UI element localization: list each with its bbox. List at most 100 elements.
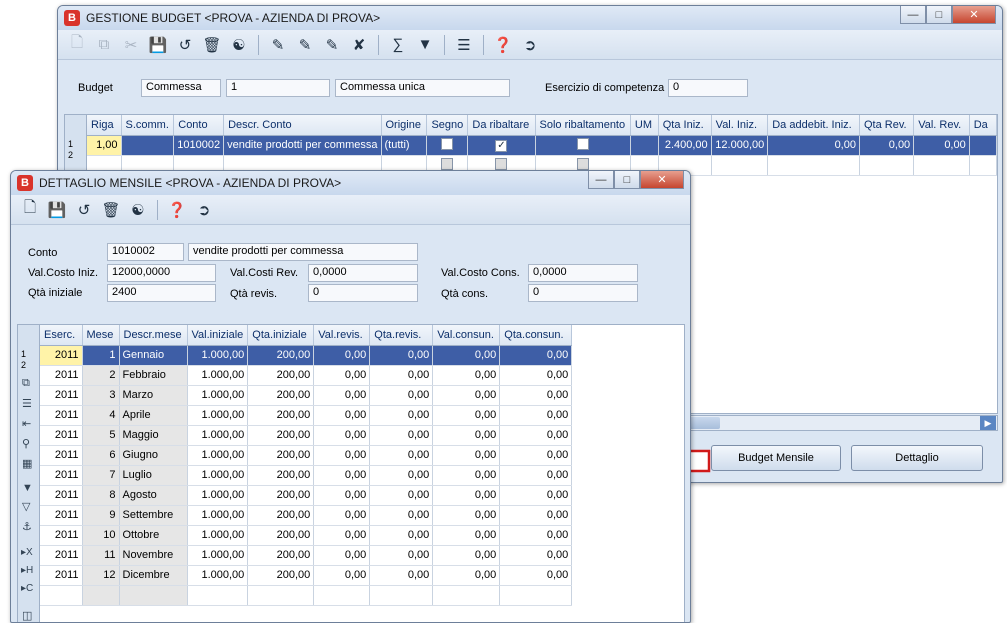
col-header[interactable]: Origine [381, 115, 428, 136]
cell-qta-iniz[interactable]: 200,00 [247, 465, 315, 486]
col-header[interactable]: Val. Iniz. [711, 115, 769, 136]
cell-qta-iniz[interactable]: 200,00 [247, 505, 315, 526]
table-row[interactable]: 2011 1 Gennaio 1.000,00 200,00 0,00 0,00 0,00 0,… [40, 345, 573, 366]
col-header[interactable]: Da [969, 115, 997, 136]
cell-val-iniz[interactable]: 1.000,00 [187, 385, 249, 406]
table-row[interactable]: 1,00 1010002 vendite prodotti per commes… [87, 135, 997, 156]
cell-eserc[interactable]: 2011 [40, 385, 83, 406]
cell-val-cons[interactable]: 0,00 [432, 445, 501, 466]
cell-descr[interactable]: Agosto [119, 485, 188, 506]
cell-qta-rev[interactable]: 0,00 [369, 525, 434, 546]
grid-filter-icon[interactable]: ▼ [22, 482, 33, 494]
grid-screen-icon[interactable]: ◫ [22, 609, 32, 622]
da-ribaltare-checkbox[interactable] [495, 157, 508, 170]
col-header[interactable]: Descr. Conto [223, 115, 382, 136]
cell-val-rev[interactable]: 0,00 [313, 565, 371, 586]
new-icon[interactable]: 🗋 [19, 199, 41, 221]
cell-val-iniz[interactable]: 1.000,00 [187, 545, 249, 566]
cell-da-ribaltare[interactable]: ✓ [467, 135, 536, 156]
cell-mese[interactable]: 5 [82, 425, 120, 446]
cell-qta-iniz[interactable]: 200,00 [247, 565, 315, 586]
col-header[interactable]: Segno [426, 115, 469, 136]
grid-anchor-icon[interactable]: ⚓ [22, 520, 32, 533]
cell-mese[interactable]: 12 [82, 565, 120, 586]
cell-val-cons[interactable]: 0,00 [432, 485, 501, 506]
grid-filter-clear-icon[interactable]: ▽ [22, 500, 30, 513]
cell-val-cons[interactable]: 0,00 [432, 545, 501, 566]
new-icon[interactable]: 🗋 [66, 34, 88, 56]
cell-qta-iniz[interactable]: 200,00 [247, 405, 315, 426]
col-header[interactable]: Da ribaltare [467, 115, 536, 136]
table-row[interactable]: 2011 8 Agosto 1.000,00 200,00 0,00 0,00 0,00 0,0… [40, 485, 573, 506]
cell-descr[interactable]: Luglio [119, 465, 188, 486]
copy-icon[interactable]: ⧉ [93, 34, 115, 56]
cell-descr[interactable]: Ottobre [119, 525, 188, 546]
col-header[interactable]: UM [630, 115, 659, 136]
cell-val-rev[interactable]: 0,00 [313, 365, 371, 386]
cell-qta-rev[interactable]: 0,00 [369, 345, 434, 366]
conto-description-field[interactable]: vendite prodotti per commessa [188, 243, 418, 261]
help-icon[interactable]: ❓ [166, 199, 188, 221]
grid-export-c-icon[interactable]: ▸C [21, 583, 33, 594]
budget-type-field[interactable]: Commessa [141, 79, 221, 97]
cell-eserc[interactable]: 2011 [40, 545, 83, 566]
cell-val-iniz[interactable]: 1.000,00 [187, 345, 249, 366]
table-row[interactable]: 2011 12 Dicembre 1.000,00 200,00 0,00 0,00 0,00… [40, 565, 573, 586]
cell-qta-cons[interactable]: 0,00 [499, 525, 573, 546]
cell-qta-iniz[interactable]: 200,00 [247, 545, 315, 566]
grid-copy-icon[interactable]: ⧉ [22, 377, 30, 390]
col-header[interactable]: Val. Rev. [913, 115, 970, 136]
cell-segno[interactable] [426, 135, 469, 156]
maximize-button[interactable]: □ [926, 6, 952, 24]
cell-eserc[interactable]: 2011 [40, 465, 83, 486]
cell-qta-iniz[interactable]: 200,00 [247, 425, 315, 446]
qta-revis-field[interactable]: 0 [308, 284, 418, 302]
cell-mese[interactable]: 11 [82, 545, 120, 566]
cell-qta-cons[interactable]: 0,00 [499, 505, 573, 526]
cell-empty[interactable] [82, 585, 120, 606]
cell-val-cons[interactable]: 0,00 [432, 385, 501, 406]
col-header[interactable]: Solo ribaltamento [535, 115, 631, 136]
cell-qta-cons[interactable]: 0,00 [499, 465, 573, 486]
cell-conto[interactable]: 1010002 [173, 135, 225, 156]
cell-val-iniz[interactable]: 1.000,00 [187, 525, 249, 546]
help-icon[interactable]: ❓ [492, 34, 514, 56]
dettaglio-button[interactable]: Dettaglio [851, 445, 983, 471]
cell-eserc[interactable]: 2011 [40, 405, 83, 426]
solo-ribaltamento-checkbox[interactable] [576, 157, 589, 170]
table-row[interactable]: 2011 3 Marzo 1.000,00 200,00 0,00 0,00 0,00 0,00 [40, 385, 573, 406]
insert-row-icon[interactable]: ✎ [294, 34, 316, 56]
cell-val-iniz[interactable]: 1.000,00 [187, 365, 249, 386]
cell-val-iniz[interactable]: 1.000,00 [187, 485, 249, 506]
cell-val-rev[interactable]: 0,00 [913, 135, 970, 156]
col-header[interactable]: Qta.iniziale [247, 325, 315, 346]
grid-table-icon[interactable]: ▦ [22, 457, 32, 470]
table-row[interactable]: 2011 6 Giugno 1.000,00 200,00 0,00 0,00 0,00 0,0… [40, 445, 573, 466]
cell-descr[interactable]: Settembre [119, 505, 188, 526]
cell-val-cons[interactable]: 0,00 [432, 565, 501, 586]
col-header[interactable]: Val.revis. [313, 325, 371, 346]
cell-eserc[interactable]: 2011 [40, 445, 83, 466]
cell-eserc[interactable]: 2011 [40, 345, 83, 366]
exit-icon[interactable]: ➲ [519, 34, 541, 56]
cell-qta-rev[interactable]: 0,00 [369, 425, 434, 446]
cell-val-rev[interactable]: 0,00 [313, 385, 371, 406]
cell-eserc[interactable]: 2011 [40, 525, 83, 546]
col-header[interactable]: Descr.mese [119, 325, 188, 346]
grid-export-h-icon[interactable]: ▸H [21, 565, 33, 576]
col-header[interactable]: Qta.consun. [499, 325, 573, 346]
esercizio-field[interactable]: 0 [668, 79, 748, 97]
cell-qta-cons[interactable]: 0,00 [499, 405, 573, 426]
cell-val-cons[interactable]: 0,00 [432, 425, 501, 446]
cell-qta-iniz[interactable]: 200,00 [247, 445, 315, 466]
cell-qta-iniz[interactable]: 200,00 [247, 485, 315, 506]
title-bar[interactable]: B GESTIONE BUDGET <PROVA - AZIENDA DI PR… [58, 6, 1002, 30]
table-row[interactable]: 2011 4 Aprile 1.000,00 200,00 0,00 0,00 0,00 0,0… [40, 405, 573, 426]
cell-qta-cons[interactable]: 0,00 [499, 545, 573, 566]
cell-val-cons[interactable]: 0,00 [432, 405, 501, 426]
segno-checkbox[interactable] [441, 157, 454, 170]
col-header[interactable]: Eserc. [40, 325, 83, 346]
cell-eserc[interactable]: 2011 [40, 485, 83, 506]
col-header[interactable]: Qta Rev. [859, 115, 915, 136]
cell-qta-rev[interactable]: 0,00 [859, 135, 915, 156]
